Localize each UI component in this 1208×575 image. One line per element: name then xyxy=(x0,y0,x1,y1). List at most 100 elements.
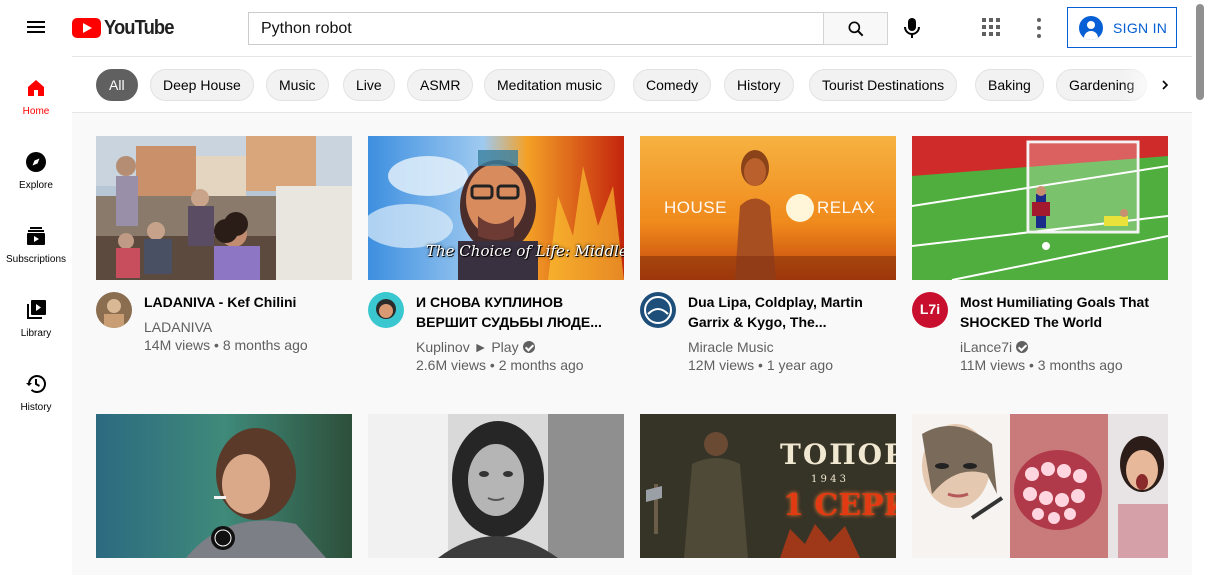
youtube-logo[interactable]: YouTube xyxy=(72,16,180,40)
video-card[interactable] xyxy=(368,414,624,575)
page-scrollbar[interactable] xyxy=(1192,0,1208,575)
upload-age: 8 months ago xyxy=(222,337,308,353)
view-count: 12M views xyxy=(688,357,755,373)
chip-music[interactable]: Music xyxy=(266,69,329,101)
thumbnail-text-left: HOUSE xyxy=(664,198,727,217)
video-meta: 14M views • 8 months ago xyxy=(144,336,308,354)
chip-meditation-music[interactable]: Meditation music xyxy=(484,69,616,101)
sign-in-label: SIGN IN xyxy=(1113,19,1168,36)
subscriptions-icon xyxy=(27,227,45,245)
sidebar: Home Explore Subscriptions Library Histo… xyxy=(0,56,72,575)
chip-next-button[interactable] xyxy=(1150,70,1180,100)
sidebar-item-label: Library xyxy=(20,328,52,339)
sign-in-button[interactable]: SIGN IN xyxy=(1067,7,1177,48)
sidebar-item-home[interactable]: Home xyxy=(0,56,72,130)
sidebar-item-label: Subscriptions xyxy=(5,254,67,265)
video-thumbnail[interactable] xyxy=(368,414,624,558)
top-bar: YouTube Python robot SIGN IN xyxy=(0,0,1208,56)
channel-name[interactable]: LADANIVA xyxy=(144,318,212,336)
upload-age: 2 months ago xyxy=(498,357,584,373)
menu-icon[interactable] xyxy=(24,16,48,40)
video-meta: 11M views • 3 months ago xyxy=(960,356,1123,374)
sidebar-item-subscriptions[interactable]: Subscriptions xyxy=(0,204,72,278)
search-button[interactable] xyxy=(823,12,888,45)
thumbnail-title: ТОПОР xyxy=(780,438,896,471)
sidebar-item-explore[interactable]: Explore xyxy=(0,130,72,204)
account-circle-icon xyxy=(1079,15,1103,40)
search-input[interactable]: Python robot xyxy=(248,12,824,45)
youtube-play-icon xyxy=(72,18,101,38)
upload-age: 3 months ago xyxy=(1037,357,1123,373)
chip-all[interactable]: All xyxy=(96,69,138,101)
channel-avatar[interactable] xyxy=(640,292,676,328)
video-thumbnail[interactable] xyxy=(96,136,352,280)
more-vert-icon[interactable] xyxy=(1036,18,1042,38)
video-card[interactable]: HOUSE RELAX Dua Lipa, Coldplay, Martin G… xyxy=(640,136,896,373)
sidebar-item-history[interactable]: History xyxy=(0,352,72,426)
channel-avatar[interactable]: L7i xyxy=(912,292,948,328)
video-thumbnail[interactable] xyxy=(912,414,1168,558)
video-thumbnail[interactable] xyxy=(96,414,352,558)
meta-separator: • xyxy=(1025,357,1038,373)
video-card[interactable]: L7i Most Humiliating Goals That SHOCKED … xyxy=(912,136,1168,373)
view-count: 11M views xyxy=(960,357,1026,373)
upload-age: 1 year ago xyxy=(766,357,833,373)
chip-deep-house[interactable]: Deep House xyxy=(150,69,254,101)
chip-tourist-destinations[interactable]: Tourist Destinations xyxy=(809,69,958,101)
verified-check-icon xyxy=(522,341,535,353)
video-card[interactable]: ТОПОР 1 9 4 3 1 СЕРИЯ xyxy=(640,414,896,575)
meta-separator: • xyxy=(210,337,223,353)
video-card[interactable]: LADANIVA - Kef Chilini LADANIVA 14M view… xyxy=(96,136,352,366)
video-meta: 2.6M views • 2 months ago xyxy=(416,356,584,374)
channel-avatar[interactable] xyxy=(368,292,404,328)
channel-name[interactable]: Kuplinov ► Play xyxy=(416,338,535,356)
verified-check-icon xyxy=(1016,341,1029,353)
video-title[interactable]: Most Humiliating Goals That SHOCKED The … xyxy=(960,292,1164,332)
search-icon xyxy=(848,21,863,36)
voice-search-button[interactable] xyxy=(900,15,924,41)
chevron-right-icon xyxy=(1162,80,1169,90)
video-title[interactable]: LADANIVA - Kef Chilini xyxy=(144,292,348,312)
channel-name[interactable]: iLance7i xyxy=(960,338,1029,356)
microphone-icon xyxy=(904,18,920,38)
meta-separator: • xyxy=(486,357,499,373)
chip-asmr[interactable]: ASMR xyxy=(407,69,474,101)
chip-live[interactable]: Live xyxy=(343,69,395,101)
chip-bar: All Deep House Music Live ASMR Meditatio… xyxy=(72,56,1192,113)
video-thumbnail[interactable]: HOUSE RELAX xyxy=(640,136,896,280)
video-title[interactable]: И СНОВА КУПЛИНОВ ВЕРШИТ СУДЬБЫ ЛЮДЕ... xyxy=(416,292,620,332)
channel-name[interactable]: Miracle Music xyxy=(688,338,774,356)
thumbnail-text-right: RELAX xyxy=(817,198,876,217)
channel-label: Kuplinov ► Play xyxy=(416,339,519,355)
sidebar-item-label: Explore xyxy=(19,180,53,191)
channel-avatar[interactable] xyxy=(96,292,132,328)
thumbnail-text: The Choice of Life: Middle Ages xyxy=(426,242,624,260)
video-card[interactable]: The Choice of Life: Middle Ages И СНОВА … xyxy=(368,136,624,373)
meta-separator: • xyxy=(754,357,767,373)
logo-text: YouTube xyxy=(104,16,174,39)
video-card[interactable] xyxy=(96,414,352,575)
apps-grid-icon[interactable] xyxy=(982,18,1000,36)
home-icon xyxy=(28,80,44,96)
video-title[interactable]: Dua Lipa, Coldplay, Martin Garrix & Kygo… xyxy=(688,292,892,332)
channel-label: iLance7i xyxy=(960,339,1013,355)
view-count: 14M views xyxy=(144,337,211,353)
video-thumbnail[interactable]: The Choice of Life: Middle Ages xyxy=(368,136,624,280)
view-count: 2.6M views xyxy=(416,357,487,373)
thumbnail-subtitle: 1 СЕРИЯ xyxy=(783,488,896,523)
video-meta: 12M views • 1 year ago xyxy=(688,356,833,374)
compass-icon xyxy=(26,152,46,172)
sidebar-item-label: Home xyxy=(22,106,50,117)
channel-avatar-text: L7i xyxy=(919,301,941,317)
thumbnail-year: 1 9 4 3 xyxy=(811,474,846,485)
chip-history[interactable]: History xyxy=(724,69,794,101)
video-thumbnail[interactable]: ТОПОР 1 9 4 3 1 СЕРИЯ xyxy=(640,414,896,558)
library-icon xyxy=(27,300,46,319)
video-thumbnail[interactable] xyxy=(912,136,1168,280)
scrollbar-thumb[interactable] xyxy=(1196,4,1204,100)
chip-baking[interactable]: Baking xyxy=(975,69,1044,101)
sidebar-item-library[interactable]: Library xyxy=(0,278,72,352)
video-card[interactable] xyxy=(912,414,1168,575)
history-icon xyxy=(26,375,46,393)
chip-comedy[interactable]: Comedy xyxy=(633,69,712,101)
